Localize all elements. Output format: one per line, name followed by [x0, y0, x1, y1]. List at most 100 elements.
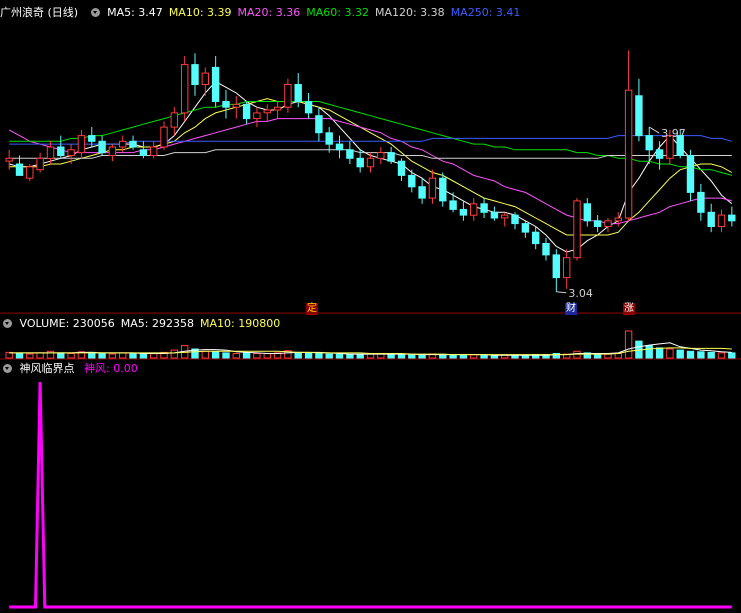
volume-bar — [459, 354, 468, 359]
volume-bar — [222, 352, 230, 359]
candle-body — [77, 135, 86, 154]
volume-bar — [624, 330, 633, 359]
volume-bar — [676, 349, 684, 359]
volume-bar — [593, 353, 602, 359]
candle-body — [304, 101, 313, 114]
candle-body — [397, 160, 406, 176]
volume-bar — [614, 353, 622, 359]
volume-bar — [480, 354, 488, 359]
candle-body — [315, 115, 323, 134]
volume-bar — [98, 353, 106, 359]
candle-body — [511, 214, 519, 225]
volume-panel-header: VOLUME: 230056 MA5: 292358 MA10: 190800 — [0, 317, 292, 331]
volume-bar — [294, 351, 302, 359]
candle-body — [335, 143, 344, 151]
candle-body — [532, 231, 540, 245]
collapse-icon[interactable] — [3, 319, 12, 328]
volume-bar — [67, 353, 75, 359]
candle-body — [480, 203, 488, 213]
volume-bar — [666, 348, 674, 359]
candle-body — [583, 203, 591, 222]
candle-body — [222, 101, 230, 108]
candle — [181, 56, 189, 122]
volume-bar — [325, 353, 333, 359]
ma-legend: MA5: 3.47 MA10: 3.39 MA20: 3.36 MA60: 3.32 M… — [107, 6, 526, 19]
main-panel-header: 广州浪奇 (日线) MA5: 3.47 MA10: 3.39 MA20: 3.36 M… — [0, 6, 532, 20]
candle-body — [552, 254, 560, 279]
event-tag-cai[interactable]: 财 — [565, 303, 577, 315]
candle-body — [501, 214, 509, 219]
candle-body — [635, 95, 643, 137]
candle-body — [88, 135, 96, 142]
volume-bar — [150, 353, 158, 359]
volume-bar — [686, 350, 695, 359]
candle-body — [356, 157, 364, 168]
event-tag-ding[interactable]: 定 — [306, 303, 318, 315]
candle-body — [717, 214, 726, 228]
volume-legend: VOLUME: 230056 MA5: 292358 MA10: 190800 — [20, 317, 287, 330]
candle-body — [439, 177, 447, 202]
candle-body — [614, 217, 622, 222]
volume-bar — [335, 353, 344, 359]
volume-bar — [645, 345, 653, 359]
volume-bar — [397, 354, 406, 359]
candle-body — [36, 157, 44, 171]
candle-body — [624, 89, 633, 219]
collapse-icon[interactable] — [90, 8, 100, 17]
candle-body — [697, 191, 705, 213]
candle-body — [542, 243, 550, 256]
volume-bar — [108, 353, 117, 359]
volume-bar — [263, 353, 272, 359]
volume-bar — [15, 353, 24, 359]
volume-bar — [604, 353, 612, 359]
volume-bar — [119, 352, 127, 359]
candle-body — [728, 214, 736, 222]
volume-bar — [253, 353, 261, 359]
candle-body — [150, 146, 158, 156]
volume-bar — [439, 354, 447, 359]
volume-legend-item: MA10: 190800 — [199, 317, 281, 330]
volume-bar — [366, 353, 375, 359]
volume-bar — [449, 354, 457, 359]
candle-body — [655, 149, 664, 159]
volume-legend-item: VOLUME: 230056 — [19, 317, 115, 330]
candle-body — [593, 220, 602, 228]
candle-body — [57, 146, 65, 156]
volume-bar — [139, 353, 148, 359]
candle-body — [139, 149, 148, 157]
volume-bar — [315, 353, 323, 359]
ma-legend-item: MA120: 3.38 — [374, 6, 445, 19]
candle-body — [604, 220, 612, 228]
candle-body — [181, 64, 189, 114]
volume-bar — [304, 352, 313, 359]
volume-bar — [129, 353, 137, 359]
candle — [573, 198, 581, 261]
volume-bar — [26, 353, 34, 359]
candle-body — [108, 146, 117, 156]
volume-bar — [717, 352, 726, 359]
event-tag-zhang[interactable]: 涨 — [623, 303, 635, 315]
volume-bar — [211, 351, 220, 359]
candle-body — [449, 200, 457, 210]
volume-bar — [36, 352, 44, 359]
candle-body — [408, 174, 416, 188]
collapse-icon[interactable] — [3, 364, 12, 373]
candle-body — [459, 208, 468, 216]
volume-bar — [408, 354, 416, 359]
volume-legend-item: MA5: 292358 — [120, 317, 194, 330]
candle-body — [26, 166, 34, 179]
volume-bar — [46, 350, 55, 359]
candle-body — [707, 211, 715, 228]
ma-legend-item: MA60: 3.32 — [306, 6, 369, 19]
candle-body — [645, 135, 653, 151]
candle-body — [377, 152, 385, 159]
low-price-label: 3.04 — [568, 287, 593, 300]
candle-body — [119, 140, 127, 148]
volume-bar — [697, 351, 705, 359]
volume-bar — [242, 352, 251, 359]
candle-body — [325, 132, 333, 145]
candle-body — [387, 152, 395, 162]
volume-bar — [346, 354, 354, 359]
candle-body — [46, 146, 55, 159]
ma-legend-item: MA250: 3.41 — [450, 6, 521, 19]
